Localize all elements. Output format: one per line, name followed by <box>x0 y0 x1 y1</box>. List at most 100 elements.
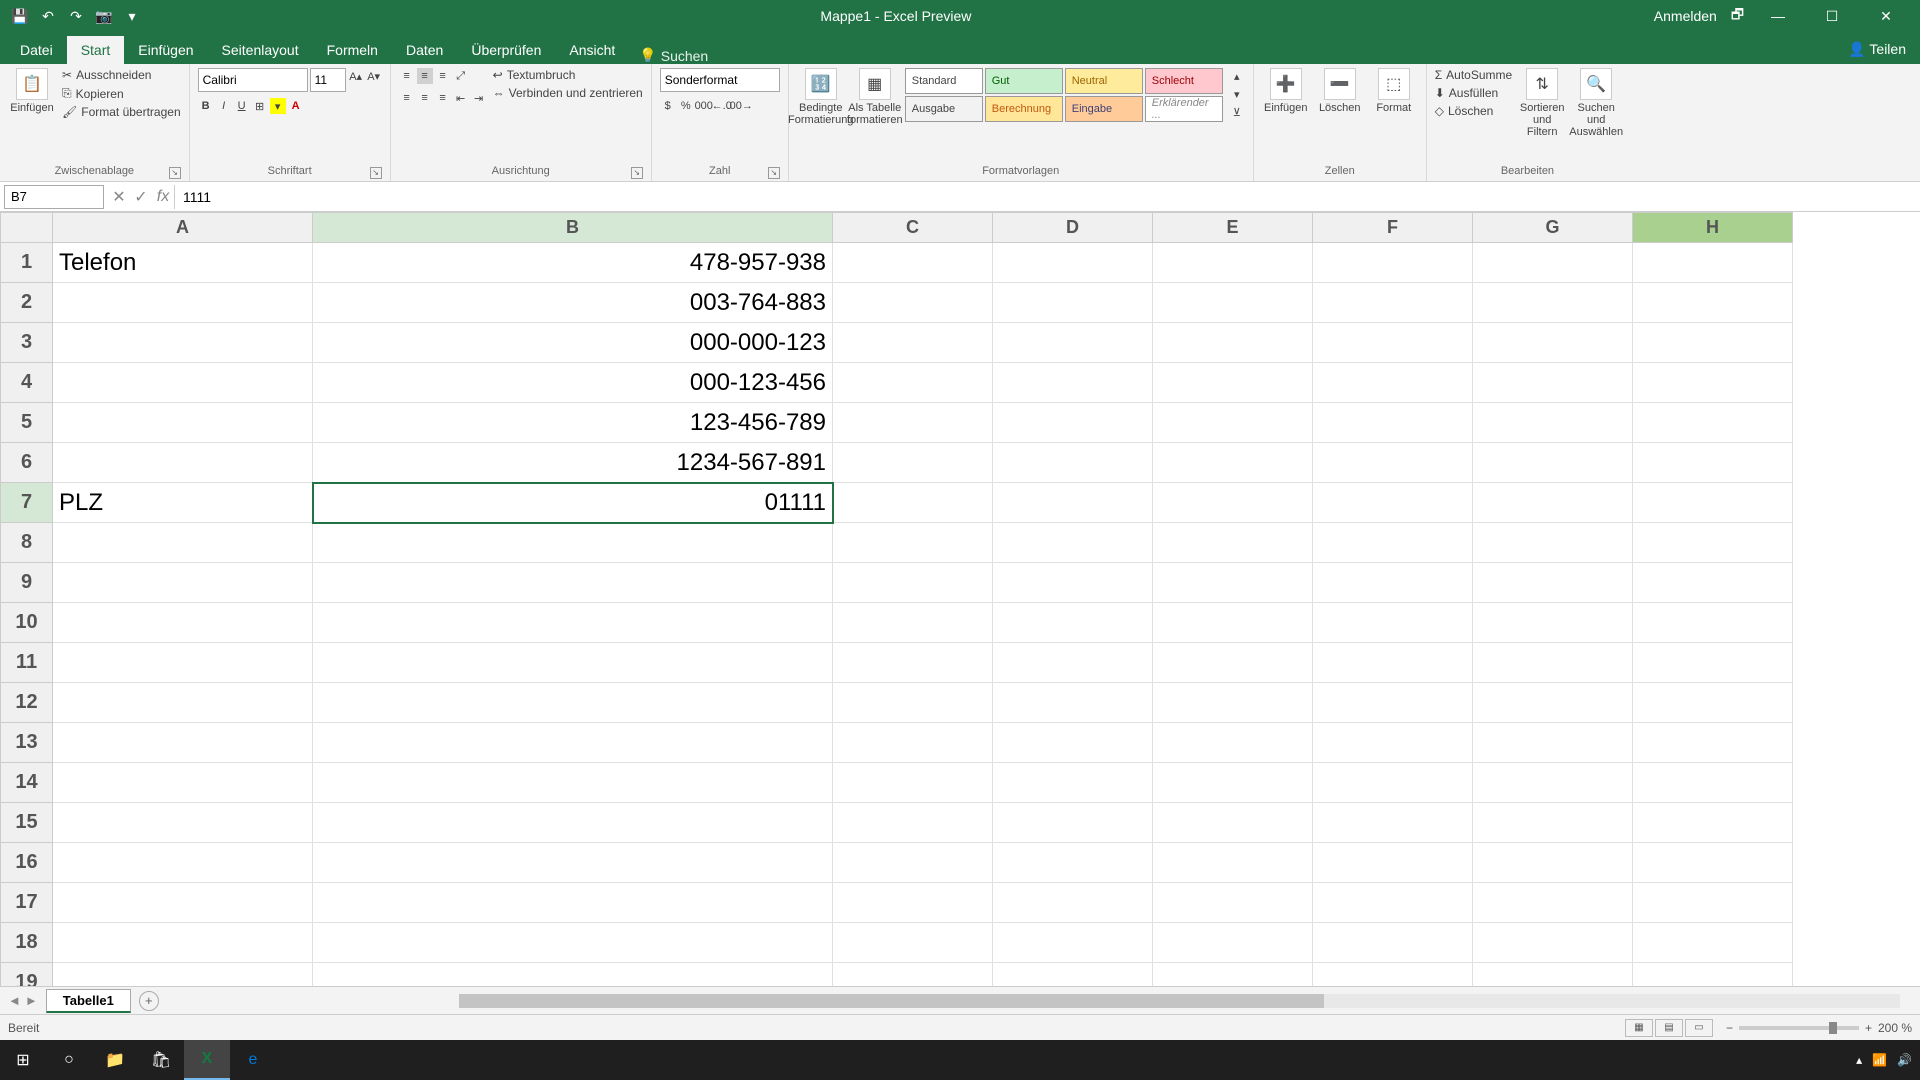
row-header-16[interactable]: 16 <box>1 843 53 883</box>
cell-B7[interactable]: 01111 <box>313 483 833 523</box>
undo-icon[interactable]: ↶ <box>38 8 58 25</box>
cell-D16[interactable] <box>993 843 1153 883</box>
spreadsheet-grid[interactable]: ABCDEFGH1Telefon478-957-9382003-764-8833… <box>0 212 1920 986</box>
row-header-5[interactable]: 5 <box>1 403 53 443</box>
cell-E6[interactable] <box>1153 443 1313 483</box>
row-header-18[interactable]: 18 <box>1 923 53 963</box>
cell-F7[interactable] <box>1313 483 1473 523</box>
indent-inc-button[interactable]: ⇥ <box>471 90 487 106</box>
col-header-C[interactable]: C <box>833 213 993 243</box>
tab-formeln[interactable]: Formeln <box>313 36 392 64</box>
row-header-10[interactable]: 10 <box>1 603 53 643</box>
cell-E5[interactable] <box>1153 403 1313 443</box>
cell-B15[interactable] <box>313 803 833 843</box>
insert-cells-button[interactable]: ➕Einfügen <box>1262 68 1310 114</box>
taskbar-explorer[interactable]: 📁 <box>92 1040 138 1080</box>
cell-C2[interactable] <box>833 283 993 323</box>
cell-F17[interactable] <box>1313 883 1473 923</box>
cell-A3[interactable] <box>53 323 313 363</box>
cell-H1[interactable] <box>1633 243 1793 283</box>
minimize-button[interactable]: — <box>1758 8 1798 24</box>
cell-E3[interactable] <box>1153 323 1313 363</box>
view-normal-button[interactable]: ▦ <box>1625 1019 1653 1037</box>
cell-H3[interactable] <box>1633 323 1793 363</box>
bold-button[interactable]: B <box>198 98 214 114</box>
font-name-input[interactable] <box>198 68 308 92</box>
cell-F18[interactable] <box>1313 923 1473 963</box>
cell-E7[interactable] <box>1153 483 1313 523</box>
cell-G11[interactable] <box>1473 643 1633 683</box>
cell-E4[interactable] <box>1153 363 1313 403</box>
delete-cells-button[interactable]: ➖Löschen <box>1316 68 1364 114</box>
cell-H19[interactable] <box>1633 963 1793 987</box>
fx-button[interactable]: fx <box>152 188 174 206</box>
horizontal-scrollbar[interactable] <box>459 994 1900 1008</box>
sheet-prev-button[interactable]: ◄ <box>8 993 21 1008</box>
cell-F15[interactable] <box>1313 803 1473 843</box>
cell-C1[interactable] <box>833 243 993 283</box>
format-cells-button[interactable]: ⬚Format <box>1370 68 1418 114</box>
cell-C17[interactable] <box>833 883 993 923</box>
grow-font-button[interactable]: A▴ <box>348 68 364 84</box>
cell-C10[interactable] <box>833 603 993 643</box>
cell-A2[interactable] <box>53 283 313 323</box>
row-header-2[interactable]: 2 <box>1 283 53 323</box>
cell-B1[interactable]: 478-957-938 <box>313 243 833 283</box>
row-header-1[interactable]: 1 <box>1 243 53 283</box>
cell-F13[interactable] <box>1313 723 1473 763</box>
style-berechnung[interactable]: Berechnung <box>985 96 1063 122</box>
cell-D7[interactable] <box>993 483 1153 523</box>
number-launcher[interactable]: ↘ <box>768 167 780 179</box>
cell-B17[interactable] <box>313 883 833 923</box>
align-right-button[interactable]: ≡ <box>435 90 451 106</box>
cell-H8[interactable] <box>1633 523 1793 563</box>
cell-B19[interactable] <box>313 963 833 987</box>
col-header-F[interactable]: F <box>1313 213 1473 243</box>
cell-F9[interactable] <box>1313 563 1473 603</box>
styles-more-button[interactable]: ⊻ <box>1229 104 1245 120</box>
cell-D2[interactable] <box>993 283 1153 323</box>
cell-E2[interactable] <box>1153 283 1313 323</box>
start-button[interactable]: ⊞ <box>0 1040 46 1080</box>
cell-A7[interactable]: PLZ <box>53 483 313 523</box>
col-header-E[interactable]: E <box>1153 213 1313 243</box>
row-header-3[interactable]: 3 <box>1 323 53 363</box>
cell-H7[interactable] <box>1633 483 1793 523</box>
percent-button[interactable]: % <box>678 98 694 114</box>
copy-button[interactable]: ⎘Kopieren <box>62 86 181 101</box>
cell-F1[interactable] <box>1313 243 1473 283</box>
cell-H11[interactable] <box>1633 643 1793 683</box>
cell-B16[interactable] <box>313 843 833 883</box>
cell-F12[interactable] <box>1313 683 1473 723</box>
cell-D18[interactable] <box>993 923 1153 963</box>
row-header-6[interactable]: 6 <box>1 443 53 483</box>
cell-B6[interactable]: 1234-567-891 <box>313 443 833 483</box>
col-header-A[interactable]: A <box>53 213 313 243</box>
cell-A15[interactable] <box>53 803 313 843</box>
cell-A18[interactable] <box>53 923 313 963</box>
style-eingabe[interactable]: Eingabe <box>1065 96 1143 122</box>
cell-D17[interactable] <box>993 883 1153 923</box>
cell-B2[interactable]: 003-764-883 <box>313 283 833 323</box>
row-header-7[interactable]: 7 <box>1 483 53 523</box>
cell-H12[interactable] <box>1633 683 1793 723</box>
cell-C14[interactable] <box>833 763 993 803</box>
cell-B13[interactable] <box>313 723 833 763</box>
cell-D19[interactable] <box>993 963 1153 987</box>
cell-A16[interactable] <box>53 843 313 883</box>
cell-E16[interactable] <box>1153 843 1313 883</box>
cell-B5[interactable]: 123-456-789 <box>313 403 833 443</box>
cell-E14[interactable] <box>1153 763 1313 803</box>
style-erklaerend[interactable]: Erklärender ... <box>1145 96 1223 122</box>
cell-A11[interactable] <box>53 643 313 683</box>
cell-B10[interactable] <box>313 603 833 643</box>
cell-H16[interactable] <box>1633 843 1793 883</box>
cell-E17[interactable] <box>1153 883 1313 923</box>
cell-D13[interactable] <box>993 723 1153 763</box>
tray-sound-icon[interactable]: 🔊 <box>1897 1053 1912 1067</box>
row-header-13[interactable]: 13 <box>1 723 53 763</box>
taskbar-excel[interactable]: X <box>184 1040 230 1080</box>
cell-C12[interactable] <box>833 683 993 723</box>
cell-E13[interactable] <box>1153 723 1313 763</box>
enter-formula-button[interactable]: ✓ <box>130 187 152 207</box>
